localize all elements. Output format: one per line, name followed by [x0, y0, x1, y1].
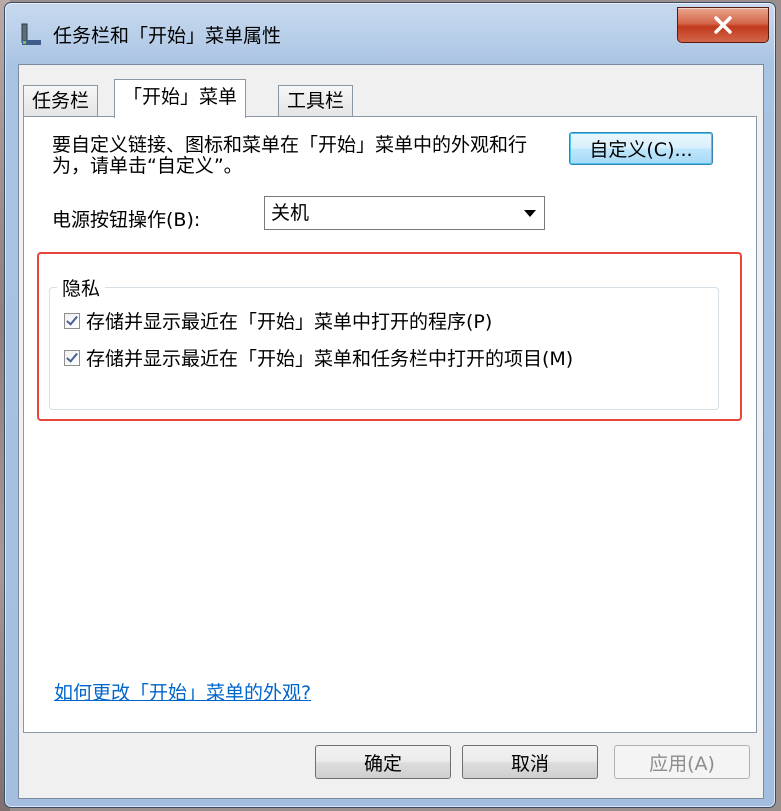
title-bar[interactable]: 任务栏和「开始」菜单属性: [5, 3, 775, 57]
tab-toolbars[interactable]: 工具栏: [278, 85, 354, 117]
cancel-button[interactable]: 取消: [462, 745, 598, 779]
dropdown-arrow-icon[interactable]: [524, 210, 536, 217]
tab-taskbar[interactable]: 任务栏: [23, 85, 99, 117]
tab-start-menu[interactable]: 「开始」菜单: [114, 79, 247, 118]
power-button-label: 电源按钮操作(B):: [52, 209, 201, 231]
close-icon: [714, 16, 732, 34]
dialog-client-area: 任务栏 「开始」菜单 工具栏 要自定义链接、图标和菜单在「开始」菜单中的外观和行…: [18, 64, 764, 799]
privacy-group-title: 隐私: [57, 274, 106, 301]
start-menu-help-link[interactable]: 如何更改「开始」菜单的外观?: [54, 678, 311, 705]
store-recent-programs-checkbox[interactable]: [64, 312, 80, 329]
properties-dialog: 任务栏和「开始」菜单属性 任务栏 「开始」菜单 工具栏 要自定义链接、图标和菜单…: [4, 2, 776, 808]
customize-button[interactable]: 自定义(C)...: [569, 132, 713, 165]
store-recent-items-checkbox[interactable]: [64, 349, 80, 366]
apply-button[interactable]: 应用(A): [614, 745, 750, 779]
store-recent-items-option[interactable]: 存储并显示最近在「开始」菜单和任务栏中打开的项目(M): [64, 344, 573, 371]
store-recent-programs-option[interactable]: 存储并显示最近在「开始」菜单中打开的程序(P): [64, 307, 492, 334]
ok-button[interactable]: 确定: [315, 745, 451, 779]
store-recent-items-label[interactable]: 存储并显示最近在「开始」菜单和任务栏中打开的项目(M): [86, 344, 573, 371]
taskbar-icon: [21, 23, 41, 45]
window-title: 任务栏和「开始」菜单属性: [53, 25, 282, 47]
store-recent-programs-label[interactable]: 存储并显示最近在「开始」菜单中打开的程序(P): [86, 307, 492, 334]
close-button[interactable]: [677, 7, 769, 43]
start-menu-tab-panel: 要自定义链接、图标和菜单在「开始」菜单中的外观和行为，请单击“自定义”。 自定义…: [23, 116, 757, 733]
power-button-action-select[interactable]: 关机: [264, 196, 545, 230]
power-button-action-value: 关机: [271, 202, 310, 224]
customize-description: 要自定义链接、图标和菜单在「开始」菜单中的外观和行为，请单击“自定义”。: [52, 134, 528, 177]
